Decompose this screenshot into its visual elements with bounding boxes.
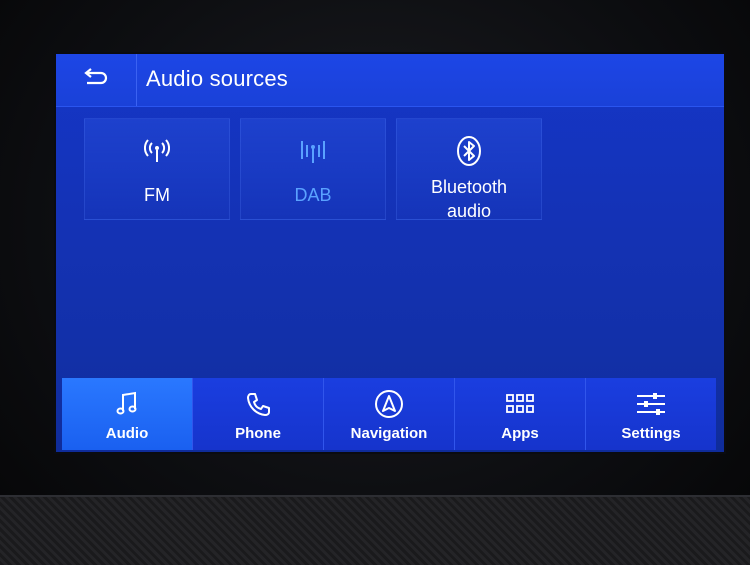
page-title: Audio sources bbox=[146, 66, 289, 91]
nav-label: Apps bbox=[501, 425, 539, 442]
nav-item-phone[interactable]: Phone bbox=[193, 378, 324, 450]
nav-label: Settings bbox=[621, 425, 681, 442]
apps-grid-icon bbox=[506, 389, 534, 419]
phone-icon bbox=[245, 389, 271, 419]
source-tile-fm[interactable]: FM bbox=[84, 118, 230, 220]
radio-antenna-icon bbox=[144, 137, 170, 165]
music-note-icon bbox=[115, 389, 139, 419]
bluetooth-icon bbox=[456, 136, 482, 166]
back-button[interactable] bbox=[56, 54, 137, 106]
header-bar: Audio sources bbox=[56, 54, 724, 107]
source-tile-dab[interactable]: DAB bbox=[240, 118, 386, 220]
sliders-icon bbox=[636, 389, 666, 419]
nav-label: Audio bbox=[105, 425, 149, 442]
nav-item-apps[interactable]: Apps bbox=[455, 378, 586, 450]
dab-signal-icon bbox=[299, 137, 327, 165]
nav-item-settings[interactable]: Settings bbox=[586, 378, 716, 450]
infotainment-screen: Audio sources FM DAB Bluetooth audio Aud… bbox=[56, 54, 724, 452]
source-label: Bluetooth audio bbox=[430, 177, 508, 221]
nav-item-navigation[interactable]: Navigation bbox=[324, 378, 455, 450]
nav-item-audio[interactable]: Audio bbox=[62, 378, 193, 450]
back-arrow-icon bbox=[83, 67, 109, 93]
source-tile-bluetooth[interactable]: Bluetooth audio bbox=[396, 118, 542, 221]
nav-label: Phone bbox=[235, 425, 281, 442]
compass-icon bbox=[374, 389, 404, 419]
source-label: DAB bbox=[294, 185, 332, 205]
bottom-nav: Audio Phone Navigation Apps Settings bbox=[62, 378, 716, 450]
source-label: FM bbox=[144, 185, 170, 205]
dashboard-trim bbox=[0, 495, 750, 565]
nav-label: Navigation bbox=[350, 425, 428, 442]
